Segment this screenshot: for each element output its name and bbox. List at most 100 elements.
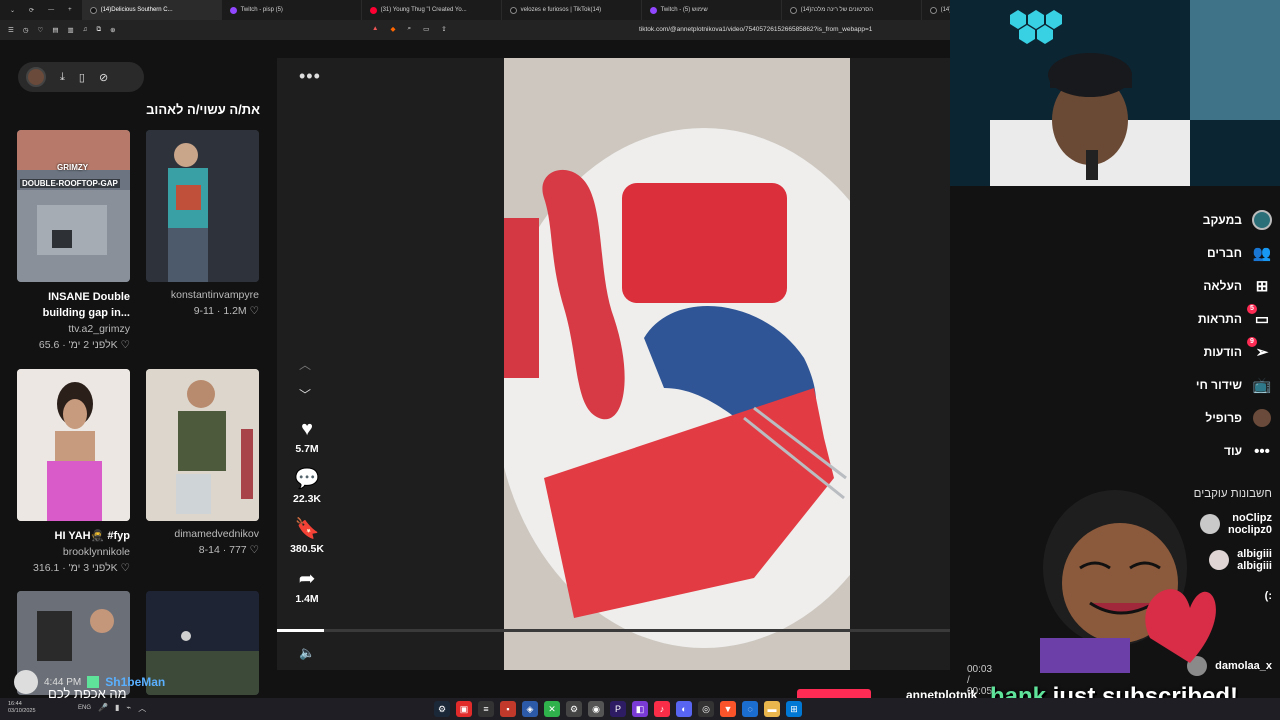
shield-icon[interactable]: ◆ [390,25,395,33]
video-thumbnail[interactable] [146,130,259,282]
settings-icon[interactable]: ⚙ [566,701,582,717]
share-icon[interactable]: ⇪ [441,25,446,33]
following-account[interactable]: (: [1265,590,1272,602]
phone-icon[interactable]: ▯ [79,71,85,84]
taskbar-clock[interactable]: 16:44 03/10/2025 [8,701,36,715]
url-field[interactable]: tiktok.com/@annetplotnikova1/video/75405… [639,26,872,33]
nav-following[interactable]: במעקב [1203,210,1272,230]
new-tab-icon[interactable]: + [68,7,72,14]
like-button[interactable]: ♥ 5.7M [285,418,329,455]
twitch-icon[interactable]: ◧ [632,701,648,717]
vscode-icon[interactable]: ◈ [522,701,538,717]
nav-more[interactable]: ••• עוד [1224,441,1272,461]
pip-icon[interactable]: ▭ [423,25,429,33]
friends-icon: 👥 [1252,245,1272,262]
tab-title: (14)Delicious Southern C... [100,7,173,13]
brave-icon[interactable]: ▼ [720,701,736,717]
battery-icon[interactable]: ▮ [115,703,119,714]
video-progress-bar[interactable] [277,629,950,632]
bookmark-icon[interactable]: ♡ [38,26,44,34]
app-red-icon[interactable]: ▣ [456,701,472,717]
card-author[interactable]: dimamedvednikov [146,528,259,540]
next-video-icon[interactable]: ﹀ [299,386,311,403]
browser-tab[interactable]: (31) Young Thug "I Created Yo... [362,0,502,20]
microphone-icon[interactable]: 🎤 [98,703,108,714]
more-options-icon[interactable]: ••• [299,66,321,87]
history-icon[interactable]: ◷ [23,26,29,34]
discord-icon[interactable]: ◐ [676,701,692,717]
menu-icon[interactable]: ☰ [8,26,14,34]
youtube-icon [369,6,377,14]
nav-live[interactable]: 📺 שידור חי [1196,375,1272,395]
nav-upload[interactable]: ⊞ העלאה [1203,276,1272,296]
notification-badge: 9 [1247,337,1257,347]
card-age: לפני 2 ימ' [68,339,111,351]
premiere-icon[interactable]: P [610,701,626,717]
video-thumbnail[interactable] [17,369,130,521]
minimize-icon[interactable]: — [48,7,54,14]
tab-title: Twitch - שימוש (5) [660,7,708,13]
recommended-card[interactable]: HI YAH🥷 #fyp brooklynnikole לפני 3 ימ' ·… [17,369,130,574]
acrobat-icon[interactable]: ▪ [500,701,516,717]
windows-start-icon[interactable]: ⊞ [786,701,802,717]
chat-avatar [14,670,38,694]
card-author[interactable]: konstantinvampyre [146,289,259,301]
tab-groups-icon[interactable]: ⧉ [97,26,102,34]
video-thumbnail[interactable]: GRIMZY DOUBLE-ROOFTOP-GAP [17,130,130,282]
video-frame[interactable] [504,58,850,670]
browser-tab[interactable]: (14)Delicious Southern C... [81,0,222,20]
browser-tab[interactable]: (14)הסרטונים של רינה מלכה [782,0,922,20]
webcam-feed [950,0,1280,186]
save-button[interactable]: 🔖 380.5K [285,516,329,555]
chrome-icon[interactable]: ◎ [698,701,714,717]
browser-tab[interactable]: velozes e furiosos | TikTok(14) [502,0,642,20]
nav-activity[interactable]: ▭ 5 התראות [1198,304,1272,329]
download-icon[interactable]: ⤓ [60,71,65,84]
reader-icon[interactable]: ▤ [52,26,58,34]
video-player: ••• ︿ ﹀ ♥ 5.7M 💬 22.3K 🔖 380.5K ➦ 1.4M 🔈… [277,58,992,697]
card-meta: לפני 2 ימ' · 65.6K ♡ [38,339,130,351]
mascot-emote [1040,488,1220,673]
thumbnail-art [17,369,130,521]
music-icon[interactable]: ♪ [654,701,670,717]
nav-profile[interactable]: פרופיל [1205,408,1272,428]
warning-icon[interactable]: ▲ [372,25,378,33]
recommended-card[interactable]: konstantinvampyre 9-11 · 1.2M ♡ [146,130,259,317]
card-author[interactable]: brooklynnikole [17,546,130,558]
comment-button[interactable]: 💬 22.3K [285,466,329,505]
edge-icon[interactable]: ◌ [742,701,758,717]
card-author[interactable]: ttv.a2_grimzy [17,323,130,335]
browser-tab[interactable]: Twitch - pisp (5) [222,0,362,20]
previous-video-icon[interactable]: ︿ [299,356,311,373]
share-button[interactable]: ➦ 1.4M [285,566,329,605]
recommended-card[interactable]: dimamedvednikov 8-14 · 777 ♡ [146,369,259,556]
account-avatar[interactable] [26,67,46,87]
reload-icon[interactable]: ⟳ [29,7,34,14]
window-controls: ⌄ ⟳ — + [0,7,82,14]
extensions-icon[interactable]: ⊕ [110,26,115,34]
compass-icon[interactable]: ⊘ [99,71,108,84]
file-explorer-icon[interactable]: ▬ [764,701,780,717]
steam-icon[interactable]: ⚙ [434,701,450,717]
tray-expand-icon[interactable]: ︿ [138,703,146,714]
card-meta: לפני 3 ימ' · 316.1K ♡ [33,562,130,574]
search-icon[interactable]: ⌕ [407,25,411,33]
network-icon[interactable]: ⌁ [126,703,131,714]
volume-icon[interactable]: 🔈 [299,645,315,661]
card-likes: 777 [229,544,247,556]
notes-icon[interactable]: ≡ [478,701,494,717]
nav-friends[interactable]: 👥 חברים [1207,243,1272,263]
window-menu-icon[interactable]: ⌄ [10,7,15,14]
xbox-icon[interactable]: ✕ [544,701,560,717]
sidebar-icon[interactable]: ▥ [67,26,73,34]
language-indicator[interactable]: ENG [78,705,91,711]
recommended-card[interactable]: GRIMZY DOUBLE-ROOFTOP-GAP INSANE Double … [17,130,130,351]
music-icon[interactable]: ♫ [83,26,88,34]
obs-icon[interactable]: ◉ [588,701,604,717]
browser-tab[interactable]: Twitch - שימוש (5) [642,0,782,20]
heart-icon: ♡ [120,562,130,574]
upload-icon: ⊞ [1255,278,1269,295]
video-thumbnail[interactable] [146,369,259,521]
follow-button[interactable] [797,689,871,698]
nav-messages[interactable]: ➢ 9 הודעות [1204,337,1272,362]
